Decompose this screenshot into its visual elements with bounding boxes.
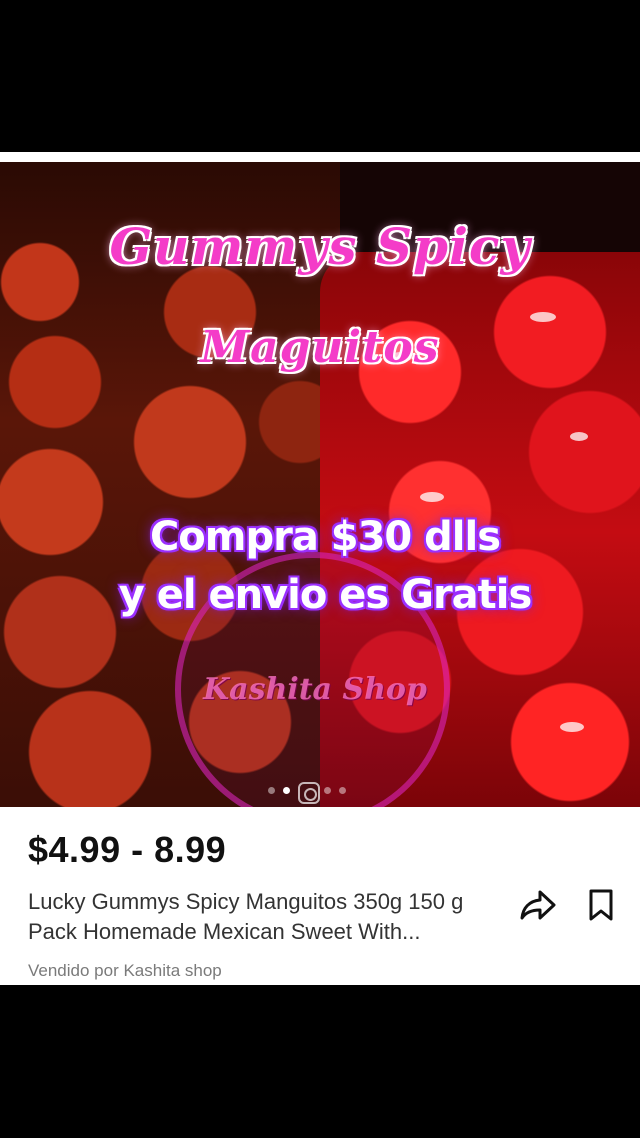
promo-text-line-2: y el envio es Gratis [118, 572, 533, 618]
image-title-line-1: Gummys Spicy [109, 217, 531, 276]
top-divider [0, 152, 640, 162]
seller-label[interactable]: Vendido por Kashita shop [28, 961, 222, 981]
carousel-dot-active[interactable] [283, 787, 290, 794]
shop-watermark: Kashita Shop [203, 672, 427, 707]
promo-text-line-1: Compra $30 dlls [149, 514, 501, 560]
image-title-line-2: Maguitos [200, 322, 440, 373]
instagram-icon [298, 782, 320, 804]
top-black-bar [0, 0, 640, 152]
product-info-card[interactable]: $4.99 - 8.99 Lucky Gummys Spicy Manguito… [0, 807, 640, 985]
carousel-dot[interactable] [268, 787, 275, 794]
bottom-black-bar [0, 985, 640, 1138]
product-title[interactable]: Lucky Gummys Spicy Manguitos 350g 150 g … [28, 887, 518, 947]
bookmark-icon[interactable] [585, 887, 617, 923]
product-image-carousel[interactable]: Gummys Spicy Maguitos Kashita Shop Compr… [0, 162, 640, 807]
product-price: $4.99 - 8.99 [28, 829, 227, 870]
share-icon[interactable] [518, 887, 558, 923]
carousel-dot[interactable] [339, 787, 346, 794]
carousel-dot[interactable] [324, 787, 331, 794]
